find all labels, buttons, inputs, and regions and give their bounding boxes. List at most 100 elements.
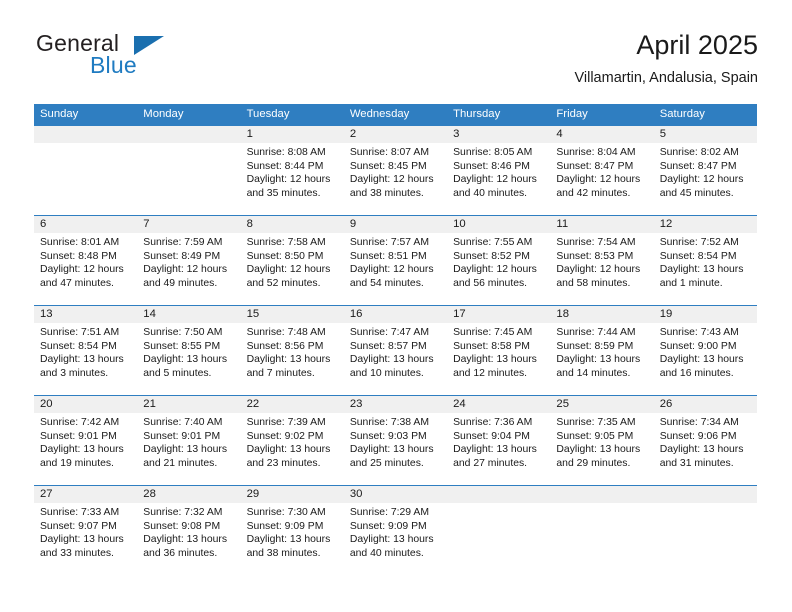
day-cell[interactable]: Sunrise: 7:39 AM Sunset: 9:02 PM Dayligh… — [241, 416, 344, 485]
day-number[interactable] — [550, 486, 653, 503]
day-cell[interactable]: Sunrise: 7:33 AM Sunset: 9:07 PM Dayligh… — [34, 506, 137, 575]
day-cell[interactable]: Sunrise: 7:59 AM Sunset: 8:49 PM Dayligh… — [137, 236, 240, 305]
day-number[interactable]: 20 — [34, 396, 137, 413]
sunset-text: Sunset: 8:57 PM — [349, 340, 427, 352]
day-number[interactable] — [34, 126, 137, 143]
sunset-text: Sunset: 8:54 PM — [40, 340, 117, 352]
day-number[interactable]: 28 — [137, 486, 240, 503]
day-cell[interactable]: Sunrise: 7:38 AM Sunset: 9:03 PM Dayligh… — [344, 416, 447, 485]
day-cell[interactable]: Sunrise: 7:43 AM Sunset: 9:00 PM Dayligh… — [654, 326, 757, 395]
day-number[interactable]: 15 — [241, 306, 344, 323]
daylight-text-line1: Daylight: 12 hours — [246, 264, 331, 276]
day-number[interactable]: 6 — [34, 216, 137, 233]
day-cell[interactable]: Sunrise: 7:29 AM Sunset: 9:09 PM Dayligh… — [344, 506, 447, 575]
day-number[interactable]: 18 — [550, 306, 653, 323]
day-number[interactable]: 13 — [34, 306, 137, 323]
day-number[interactable]: 24 — [447, 396, 550, 413]
day-number[interactable]: 3 — [447, 126, 550, 143]
day-cell[interactable]: Sunrise: 7:42 AM Sunset: 9:01 PM Dayligh… — [34, 416, 137, 485]
daylight-text-line2: and 40 minutes. — [349, 547, 424, 559]
day-number[interactable]: 2 — [344, 126, 447, 143]
sunrise-text: Sunrise: 7:47 AM — [349, 327, 429, 338]
daylight-text-line2: and 14 minutes. — [556, 367, 631, 379]
day-cell[interactable]: Sunrise: 8:04 AM Sunset: 8:47 PM Dayligh… — [550, 146, 653, 215]
day-number[interactable]: 4 — [550, 126, 653, 143]
sunset-text: Sunset: 8:47 PM — [659, 160, 737, 172]
day-number[interactable] — [137, 126, 240, 143]
day-number[interactable]: 27 — [34, 486, 137, 503]
sunset-text: Sunset: 8:46 PM — [453, 160, 530, 172]
day-number[interactable]: 14 — [137, 306, 240, 323]
day-number[interactable]: 29 — [241, 486, 344, 503]
day-number[interactable]: 5 — [654, 126, 757, 143]
brand-logo[interactable]: General Blue — [34, 28, 214, 88]
sunset-text: Sunset: 9:01 PM — [40, 430, 117, 442]
day-number[interactable]: 7 — [137, 216, 240, 233]
day-cell[interactable]: Sunrise: 7:57 AM Sunset: 8:51 PM Dayligh… — [344, 236, 447, 305]
day-number[interactable]: 21 — [137, 396, 240, 413]
sunrise-text: Sunrise: 7:45 AM — [453, 327, 533, 338]
day-cell[interactable]: Sunrise: 8:08 AM Sunset: 8:44 PM Dayligh… — [241, 146, 344, 215]
day-number[interactable]: 22 — [241, 396, 344, 413]
weekday-header-tuesday: Tuesday — [246, 108, 290, 120]
daylight-text-line2: and 52 minutes. — [246, 277, 321, 289]
day-cell[interactable]: Sunrise: 8:02 AM Sunset: 8:47 PM Dayligh… — [654, 146, 757, 215]
sunset-text: Sunset: 9:00 PM — [659, 340, 737, 352]
day-cell[interactable]: Sunrise: 7:48 AM Sunset: 8:56 PM Dayligh… — [241, 326, 344, 395]
daylight-text-line2: and 31 minutes. — [659, 457, 734, 469]
day-cell[interactable]: Sunrise: 7:55 AM Sunset: 8:52 PM Dayligh… — [447, 236, 550, 305]
day-cell[interactable]: Sunrise: 7:51 AM Sunset: 8:54 PM Dayligh… — [34, 326, 137, 395]
day-number[interactable]: 26 — [654, 396, 757, 413]
day-cell[interactable]: Sunrise: 8:01 AM Sunset: 8:48 PM Dayligh… — [34, 236, 137, 305]
day-cell[interactable]: Sunrise: 7:47 AM Sunset: 8:57 PM Dayligh… — [344, 326, 447, 395]
daylight-text-line1: Daylight: 13 hours — [659, 264, 744, 276]
day-cell[interactable]: Sunrise: 7:35 AM Sunset: 9:05 PM Dayligh… — [550, 416, 653, 485]
sunrise-text: Sunrise: 8:07 AM — [349, 147, 429, 158]
day-cell[interactable]: Sunrise: 7:32 AM Sunset: 9:08 PM Dayligh… — [137, 506, 240, 575]
calendar-page: General Blue April 2025 Villamartin, And… — [0, 0, 792, 612]
daylight-text-line1: Daylight: 12 hours — [453, 174, 537, 186]
day-cell[interactable] — [447, 506, 550, 575]
day-cell[interactable]: Sunrise: 8:05 AM Sunset: 8:46 PM Dayligh… — [447, 146, 550, 215]
day-cell[interactable]: Sunrise: 7:40 AM Sunset: 9:01 PM Dayligh… — [137, 416, 240, 485]
day-cell[interactable]: Sunrise: 7:34 AM Sunset: 9:06 PM Dayligh… — [654, 416, 757, 485]
day-cell[interactable]: Sunrise: 7:58 AM Sunset: 8:50 PM Dayligh… — [241, 236, 344, 305]
daylight-text-line1: Daylight: 13 hours — [349, 444, 434, 456]
day-cell[interactable]: Sunrise: 7:45 AM Sunset: 8:58 PM Dayligh… — [447, 326, 550, 395]
day-number[interactable]: 17 — [447, 306, 550, 323]
daylight-text-line2: and 47 minutes. — [40, 277, 114, 289]
week-date-strip: 13 14 15 16 17 18 19 — [34, 306, 757, 323]
day-number[interactable] — [654, 486, 757, 503]
daylight-text-line1: Daylight: 12 hours — [40, 264, 124, 276]
day-cell[interactable] — [34, 146, 137, 215]
day-number[interactable]: 16 — [344, 306, 447, 323]
daylight-text-line2: and 10 minutes. — [349, 367, 424, 379]
day-cell[interactable]: Sunrise: 7:52 AM Sunset: 8:54 PM Dayligh… — [654, 236, 757, 305]
day-number[interactable]: 10 — [447, 216, 550, 233]
day-number[interactable]: 9 — [344, 216, 447, 233]
sunset-text: Sunset: 8:56 PM — [246, 340, 324, 352]
day-cell[interactable]: Sunrise: 7:30 AM Sunset: 9:09 PM Dayligh… — [241, 506, 344, 575]
day-number[interactable]: 25 — [550, 396, 653, 413]
day-cell[interactable]: Sunrise: 7:44 AM Sunset: 8:59 PM Dayligh… — [550, 326, 653, 395]
day-cell[interactable] — [137, 146, 240, 215]
day-cell[interactable] — [550, 506, 653, 575]
day-cell[interactable]: Sunrise: 7:36 AM Sunset: 9:04 PM Dayligh… — [447, 416, 550, 485]
day-number[interactable]: 30 — [344, 486, 447, 503]
sunset-text: Sunset: 8:50 PM — [246, 250, 324, 262]
day-cell[interactable] — [654, 506, 757, 575]
day-number[interactable]: 19 — [654, 306, 757, 323]
sunrise-text: Sunrise: 7:40 AM — [143, 417, 223, 428]
day-number[interactable]: 12 — [654, 216, 757, 233]
day-number[interactable]: 1 — [241, 126, 344, 143]
day-number[interactable] — [447, 486, 550, 503]
day-number[interactable]: 8 — [241, 216, 344, 233]
day-cell[interactable]: Sunrise: 8:07 AM Sunset: 8:45 PM Dayligh… — [344, 146, 447, 215]
day-number[interactable]: 23 — [344, 396, 447, 413]
sunrise-text: Sunrise: 7:48 AM — [246, 327, 326, 338]
day-number[interactable]: 11 — [550, 216, 653, 233]
week-row: 6 7 8 9 10 11 12 Sunrise: 8:01 AM Sunset… — [34, 215, 757, 305]
day-cell[interactable]: Sunrise: 7:54 AM Sunset: 8:53 PM Dayligh… — [550, 236, 653, 305]
day-cell[interactable]: Sunrise: 7:50 AM Sunset: 8:55 PM Dayligh… — [137, 326, 240, 395]
weekday-header-wednesday: Wednesday — [349, 108, 410, 120]
